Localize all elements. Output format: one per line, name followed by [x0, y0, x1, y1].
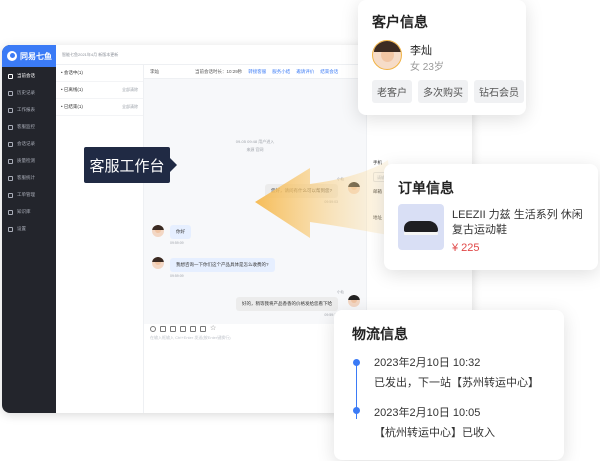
customer-tag: 多次购买	[418, 80, 468, 103]
customer-name: 李灿	[410, 45, 432, 57]
card-title: 订单信息	[398, 180, 454, 196]
product-image	[398, 204, 444, 250]
event-time: 2023年2月10日 10:32	[374, 357, 481, 369]
arrow-shape	[255, 160, 394, 238]
customer-tag: 钻石会员	[474, 80, 524, 103]
customer-tag: 老客户	[372, 80, 412, 103]
event-description: 【杭州转运中心】已收入	[374, 427, 495, 439]
card-title: 物流信息	[352, 326, 408, 342]
logistics-info-card: 物流信息 2023年2月10日 10:32 已发出，下一站【苏州转运中心】 20…	[334, 310, 564, 460]
event-time: 2023年2月10日 10:05	[374, 407, 481, 419]
customer-info-card: 客户信息 李灿 女 23岁 老客户 多次购买 钻石会员	[358, 0, 526, 115]
product-price: ¥ 225	[452, 242, 480, 254]
customer-gender-age: 女 23岁	[410, 62, 444, 73]
timeline-dot	[353, 359, 360, 366]
event-description: 已发出，下一站【苏州转运中心】	[374, 377, 539, 389]
product-name: LEEZII 力兹 生活系列 休闲复古运动鞋	[452, 209, 583, 236]
order-info-card: 订单信息 LEEZII 力兹 生活系列 休闲复古运动鞋 ¥ 225	[384, 164, 598, 270]
customer-avatar	[372, 40, 402, 70]
shoe-icon	[404, 221, 438, 235]
timeline-dot	[353, 407, 360, 414]
customer-tags: 老客户 多次购买 钻石会员	[372, 80, 524, 103]
workbench-callout: 客服工作台	[84, 147, 177, 183]
card-title: 客户信息	[372, 14, 428, 30]
